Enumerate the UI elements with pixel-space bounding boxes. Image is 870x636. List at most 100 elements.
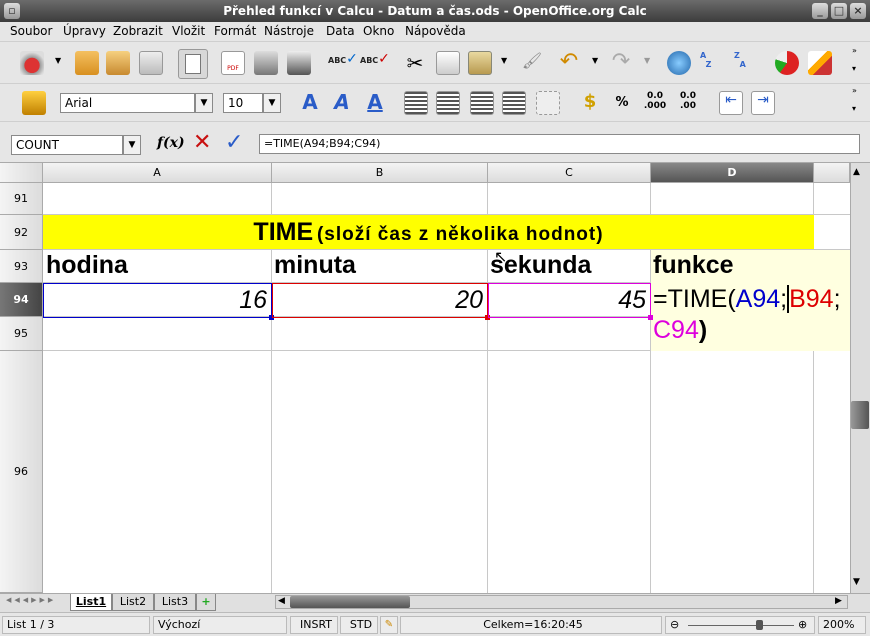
redo-icon[interactable]: ↷ <box>609 51 633 75</box>
paste-icon[interactable] <box>468 51 492 75</box>
status-zoom[interactable]: 200% <box>818 616 866 634</box>
add-sheet-icon[interactable]: + <box>196 594 216 611</box>
tab-list3[interactable]: List3 <box>154 594 196 611</box>
tab-list2[interactable]: List2 <box>112 594 154 611</box>
maximize-button[interactable]: □ <box>831 3 847 19</box>
vertical-scroll-thumb[interactable] <box>851 401 869 429</box>
zoom-slider[interactable]: ⊖ ⊕ <box>665 616 815 634</box>
spellcheck-icon[interactable]: ABC✓ <box>328 51 358 75</box>
styles-formatting-icon[interactable] <box>22 91 46 115</box>
close-button[interactable]: × <box>850 3 866 19</box>
cancel-icon[interactable]: ✕ <box>193 130 211 155</box>
menu-format[interactable]: Formát <box>214 24 256 38</box>
status-insert-mode[interactable]: INSRT <box>290 616 338 634</box>
menu-soubor[interactable]: Soubor <box>10 24 52 38</box>
scroll-down-icon[interactable]: ▼ <box>853 577 860 587</box>
header-funkce[interactable]: funkce <box>653 251 734 280</box>
clone-formatting-icon[interactable]: 🖌 <box>520 51 544 75</box>
hyperlink-icon[interactable] <box>667 51 691 75</box>
row-header-96[interactable]: 96 <box>0 351 43 593</box>
column-header-c[interactable]: C <box>488 163 651 183</box>
sheet-navigation-icon[interactable]: ◀◀◀▶▶▶ <box>6 596 56 604</box>
font-size-box[interactable]: 10 <box>223 93 263 113</box>
draw-functions-icon[interactable] <box>808 51 832 75</box>
row-header-94[interactable]: 94 <box>0 283 43 317</box>
name-box-dropdown-icon[interactable]: ▼ <box>123 135 141 155</box>
percent-format-icon[interactable]: % <box>610 91 634 115</box>
column-header-d[interactable]: D <box>651 163 814 183</box>
chart-icon[interactable] <box>775 51 799 75</box>
minimize-button[interactable]: _ <box>812 3 828 19</box>
name-box[interactable]: COUNT <box>11 135 123 155</box>
header-minuta[interactable]: minuta <box>274 251 356 280</box>
horizontal-scroll-thumb[interactable] <box>290 596 410 608</box>
copy-icon[interactable] <box>436 51 460 75</box>
menu-vlozit[interactable]: Vložit <box>172 24 205 38</box>
horizontal-scrollbar[interactable]: ◀ ▶ <box>275 595 848 609</box>
title-cell[interactable]: TIME (složí čas z několika hodnot) <box>43 215 814 249</box>
autospellcheck-icon[interactable]: ABC✓ <box>360 51 390 75</box>
accept-icon[interactable]: ✓ <box>225 130 243 155</box>
sort-ascending-icon[interactable]: A Z <box>700 51 724 75</box>
status-page-style[interactable]: Výchozí <box>153 616 287 634</box>
italic-icon[interactable]: A <box>330 90 354 114</box>
menu-nastroje[interactable]: Nástroje <box>264 24 314 38</box>
formula-input[interactable]: =TIME(A94;B94;C94) <box>259 134 860 154</box>
column-header-a[interactable]: A <box>43 163 272 183</box>
align-center-icon[interactable] <box>436 91 460 115</box>
zoom-in-icon[interactable]: ⊕ <box>798 617 807 633</box>
font-size-dropdown-icon[interactable]: ▼ <box>263 93 281 113</box>
font-name-box[interactable]: Arial <box>60 93 195 113</box>
new-dropdown-icon[interactable]: ▼ <box>55 56 61 65</box>
standard-format-icon[interactable]: 0.0.000 <box>643 91 667 115</box>
print-icon[interactable] <box>254 51 278 75</box>
add-decimal-icon[interactable]: 0.0.00 <box>676 91 700 115</box>
row-header-92[interactable]: 92 <box>0 215 43 250</box>
export-pdf-icon[interactable]: PDF <box>221 51 245 75</box>
bold-icon[interactable]: A <box>298 90 322 114</box>
scroll-up-icon[interactable]: ▲ <box>853 167 860 177</box>
align-left-icon[interactable] <box>404 91 428 115</box>
font-name-dropdown-icon[interactable]: ▼ <box>195 93 213 113</box>
menu-okno[interactable]: Okno <box>363 24 394 38</box>
undo-icon[interactable]: ↶ <box>557 51 581 75</box>
decrease-indent-icon[interactable]: ⇤ <box>719 91 743 115</box>
tab-list1[interactable]: List1 <box>70 594 112 611</box>
edit-file-icon[interactable] <box>178 49 208 79</box>
sort-descending-icon[interactable]: Z A <box>734 51 758 75</box>
row-header-95[interactable]: 95 <box>0 317 43 351</box>
vertical-scrollbar[interactable]: ▲ ▼ <box>850 163 870 593</box>
window-menu-button[interactable]: ▫ <box>4 3 20 19</box>
zoom-slider-thumb[interactable] <box>756 620 763 630</box>
cell-c94[interactable]: 45 <box>488 283 653 320</box>
increase-indent-icon[interactable]: ⇥ <box>751 91 775 115</box>
merge-cells-icon[interactable] <box>536 91 560 115</box>
currency-format-icon[interactable]: $ <box>578 91 602 115</box>
spreadsheet-grid[interactable]: A B C D 91 92 93 94 95 96 TIME (složí ča… <box>0 163 870 593</box>
scroll-left-icon[interactable]: ◀ <box>278 596 285 606</box>
cell-d94-editor[interactable]: =TIME(A94;B94; C94) <box>653 284 849 346</box>
menu-zobrazit[interactable]: Zobrazit <box>113 24 163 38</box>
print-preview-icon[interactable] <box>287 51 311 75</box>
function-wizard-icon[interactable]: f(x) <box>157 135 185 151</box>
header-hodina[interactable]: hodina <box>46 251 128 280</box>
row-header-91[interactable]: 91 <box>0 183 43 215</box>
paste-dropdown-icon[interactable]: ▼ <box>501 56 507 65</box>
status-selection-mode[interactable]: STD <box>340 616 378 634</box>
underline-icon[interactable]: A <box>363 90 387 114</box>
menu-data[interactable]: Data <box>326 24 355 38</box>
column-header-b[interactable]: B <box>272 163 488 183</box>
column-header-next[interactable] <box>814 163 850 183</box>
scroll-right-icon[interactable]: ▶ <box>835 596 842 606</box>
cell-b94[interactable]: 20 <box>272 283 490 320</box>
cut-icon[interactable]: ✂ <box>403 51 427 75</box>
cell-a94[interactable]: 16 <box>43 283 274 320</box>
zoom-out-icon[interactable]: ⊖ <box>670 617 679 633</box>
new-document-icon[interactable] <box>20 51 44 75</box>
menu-upravy[interactable]: Úpravy <box>63 24 106 38</box>
align-right-icon[interactable] <box>470 91 494 115</box>
select-all-corner[interactable] <box>0 163 43 183</box>
undo-dropdown-icon[interactable]: ▼ <box>592 56 598 65</box>
open-folder-icon[interactable] <box>75 51 99 75</box>
justify-icon[interactable] <box>502 91 526 115</box>
